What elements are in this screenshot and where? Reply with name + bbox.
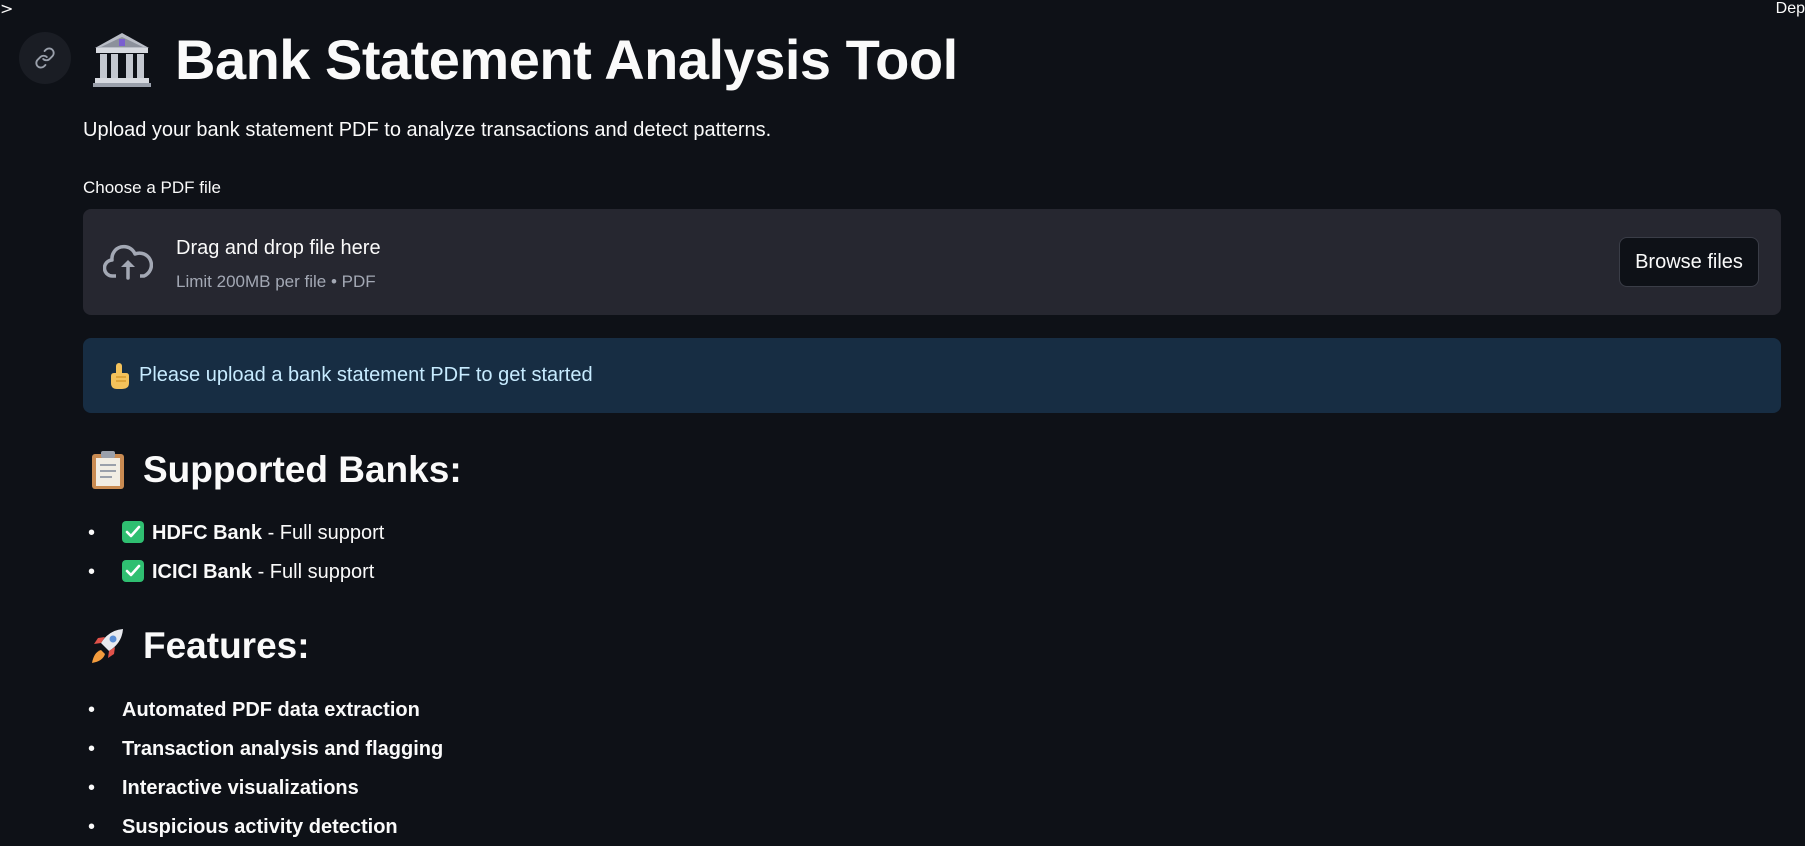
check-mark-icon (122, 521, 144, 543)
browse-files-button[interactable]: Browse files (1619, 237, 1759, 287)
bullet: • (88, 738, 96, 760)
check-mark-icon (122, 560, 144, 582)
deploy-button[interactable]: Dep (1776, 0, 1805, 18)
bullet: • (88, 561, 96, 583)
expand-sidebar-icon[interactable]: > (0, 0, 13, 18)
dropzone-limit: Limit 200MB per file • PDF (176, 272, 376, 291)
file-uploader-label: Choose a PDF file (83, 178, 221, 197)
bullet: • (88, 777, 96, 799)
pointing-hand-emoji (111, 362, 129, 389)
bullet: • (88, 699, 96, 721)
bank-emoji (93, 33, 151, 87)
list-item: • ICICI Bank - Full support (83, 553, 384, 592)
supported-banks-list: • HDFC Bank - Full support • ICICI Bank … (83, 514, 384, 592)
link-button[interactable] (19, 32, 71, 84)
bank-name: HDFC Bank (152, 522, 263, 544)
list-item: • HDFC Bank - Full support (83, 514, 384, 553)
page-subtitle: Upload your bank statement PDF to analyz… (83, 119, 772, 141)
feature-label: Suspicious activity detection (122, 816, 398, 838)
dropzone-instructions: Drag and drop file here (176, 237, 381, 259)
bank-support: - Full support (252, 561, 375, 583)
list-item: • Automated PDF data extraction (83, 691, 443, 730)
page-header: Bank Statement Analysis Tool (91, 24, 958, 94)
info-alert: Please upload a bank statement PDF to ge… (83, 338, 1781, 413)
clipboard-emoji (92, 451, 124, 489)
supported-banks-heading: Supported Banks: (89, 445, 462, 495)
link-icon (35, 47, 55, 69)
bank-support: - Full support (262, 522, 385, 544)
list-item: • Suspicious activity detection (83, 808, 443, 846)
features-title: Features: (143, 625, 310, 666)
bullet: • (88, 816, 96, 838)
file-dropzone[interactable]: Drag and drop file here Limit 200MB per … (83, 209, 1781, 315)
supported-banks-title: Supported Banks: (143, 449, 462, 490)
feature-label: Transaction analysis and flagging (122, 738, 444, 760)
features-heading: Features: (89, 621, 310, 671)
bank-name: ICICI Bank (152, 561, 253, 583)
list-item: • Transaction analysis and flagging (83, 730, 443, 769)
rocket-emoji (92, 629, 123, 663)
cloud-upload-icon (103, 244, 153, 280)
feature-label: Automated PDF data extraction (122, 699, 420, 721)
info-message: Please upload a bank statement PDF to ge… (139, 364, 593, 386)
app-page: > Dep Bank Statement Analysis Tool Uploa… (0, 0, 1805, 846)
bullet: • (88, 522, 96, 544)
feature-label: Interactive visualizations (122, 777, 359, 799)
list-item: • Interactive visualizations (83, 769, 443, 808)
features-list: • Automated PDF data extraction • Transa… (83, 691, 443, 846)
page-title: Bank Statement Analysis Tool (175, 27, 958, 91)
